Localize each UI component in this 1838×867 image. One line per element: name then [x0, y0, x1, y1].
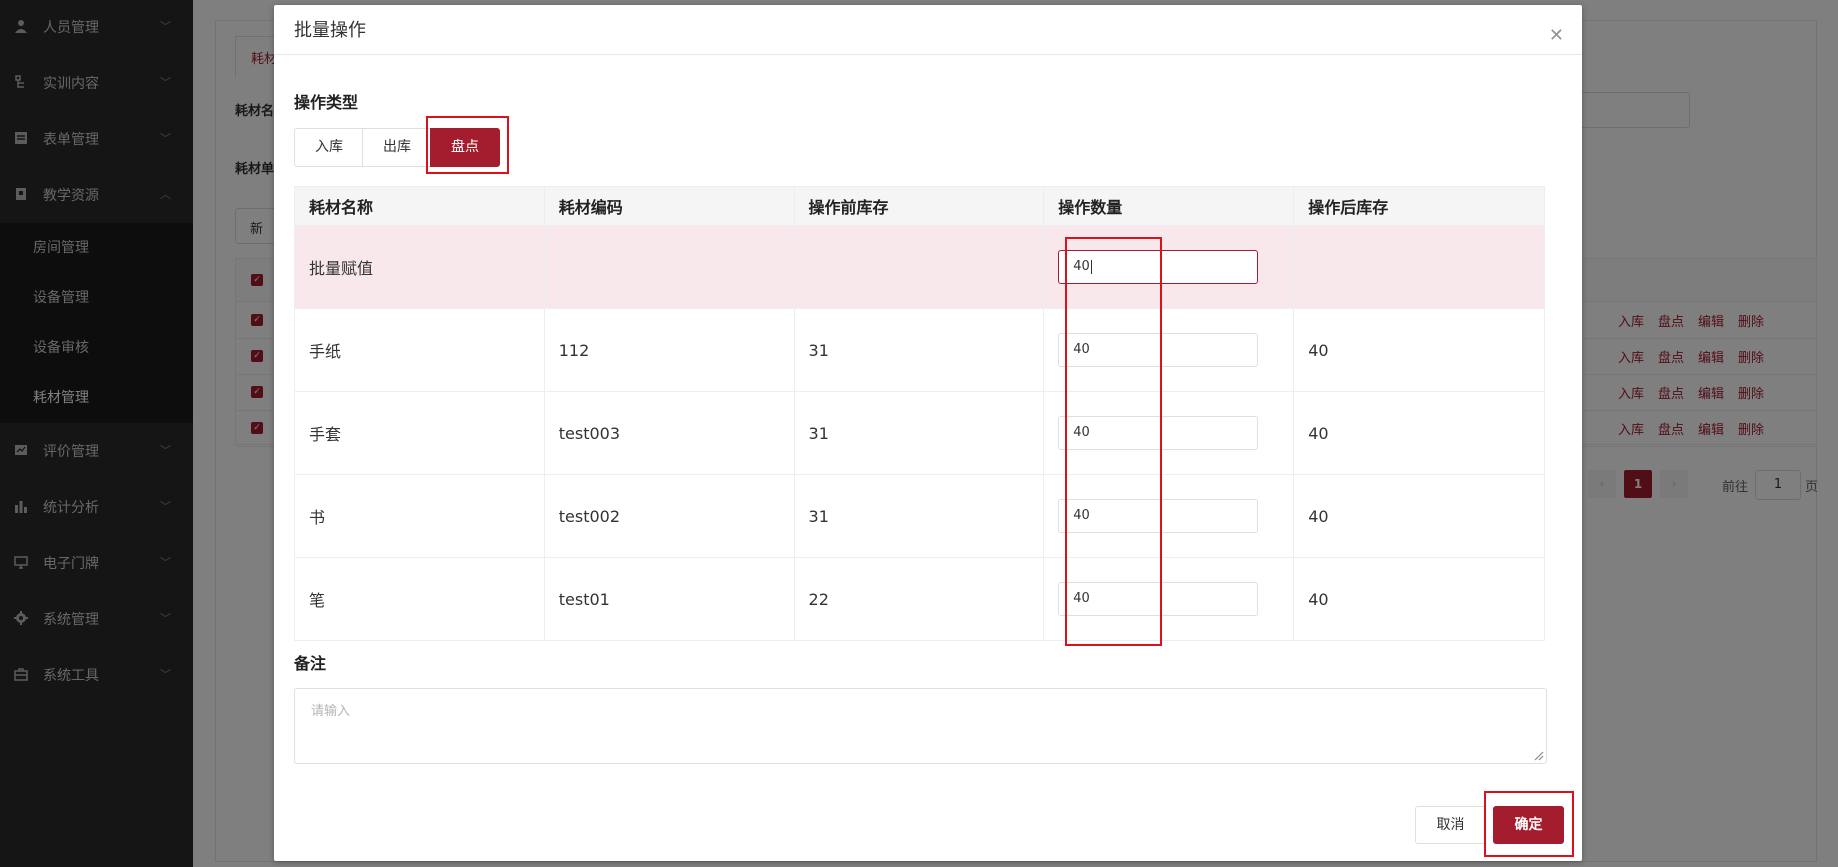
cell-name: 笔 — [294, 557, 545, 641]
operation-stock-in-button[interactable]: 入库 — [294, 128, 364, 167]
cell-after: 40 — [1293, 391, 1545, 475]
cell-name: 手纸 — [294, 308, 545, 392]
table-cell — [543, 225, 795, 309]
cell-name: 书 — [294, 474, 545, 558]
cell-after: 40 — [1293, 308, 1545, 392]
cell-name: 手套 — [294, 391, 545, 475]
highlight-box-operation — [426, 116, 509, 174]
table-cell — [793, 225, 1045, 309]
column-header-before: 操作前库存 — [793, 186, 1045, 226]
cell-code: test002 — [543, 474, 795, 558]
table-row: 笔 test01 22 40 40 — [294, 557, 1545, 641]
table-row: 手套 test003 31 40 40 — [294, 391, 1545, 475]
batch-operation-table: 耗材名称 耗材编码 操作前库存 操作数量 操作后库存 批量赋值 40 手纸 11… — [294, 186, 1545, 641]
batch-assign-label: 批量赋值 — [294, 225, 545, 309]
column-header-quantity: 操作数量 — [1043, 186, 1295, 226]
table-row: 手纸 112 31 40 40 — [294, 308, 1545, 392]
dialog-title: 批量操作 — [294, 20, 366, 41]
remark-placeholder: 请输入 — [311, 704, 351, 719]
cell-before: 22 — [793, 557, 1045, 641]
cell-before: 31 — [793, 391, 1045, 475]
cell-after: 40 — [1293, 557, 1545, 641]
cell-code: test003 — [543, 391, 795, 475]
cell-code: test01 — [543, 557, 795, 641]
highlight-box-quantity — [1065, 237, 1162, 646]
close-icon[interactable]: ✕ — [1549, 27, 1564, 45]
column-header-code: 耗材编码 — [543, 186, 795, 226]
operation-stock-out-button[interactable]: 出库 — [362, 128, 432, 167]
highlight-box-confirm — [1484, 791, 1574, 857]
remark-textarea[interactable]: 请输入 — [294, 688, 1547, 764]
operation-type-label: 操作类型 — [294, 93, 359, 112]
batch-operation-dialog: 批量操作 ✕ 操作类型 入库 出库 盘点 耗材名称 耗材编码 操作前库存 操作数… — [274, 5, 1582, 861]
cell-code: 112 — [543, 308, 795, 392]
cell-before: 31 — [793, 308, 1045, 392]
dialog-header: 批量操作 ✕ — [274, 5, 1582, 55]
table-row: 书 test002 31 40 40 — [294, 474, 1545, 558]
resize-handle-icon[interactable] — [1532, 749, 1544, 761]
cell-after: 40 — [1293, 474, 1545, 558]
remark-label: 备注 — [294, 654, 327, 673]
column-header-name: 耗材名称 — [294, 186, 545, 226]
cancel-button[interactable]: 取消 — [1415, 806, 1486, 844]
table-header-row: 耗材名称 耗材编码 操作前库存 操作数量 操作后库存 — [294, 186, 1545, 226]
table-cell — [1293, 225, 1545, 309]
column-header-after: 操作后库存 — [1293, 186, 1545, 226]
cell-before: 31 — [793, 474, 1045, 558]
batch-assign-row: 批量赋值 40 — [294, 225, 1545, 309]
